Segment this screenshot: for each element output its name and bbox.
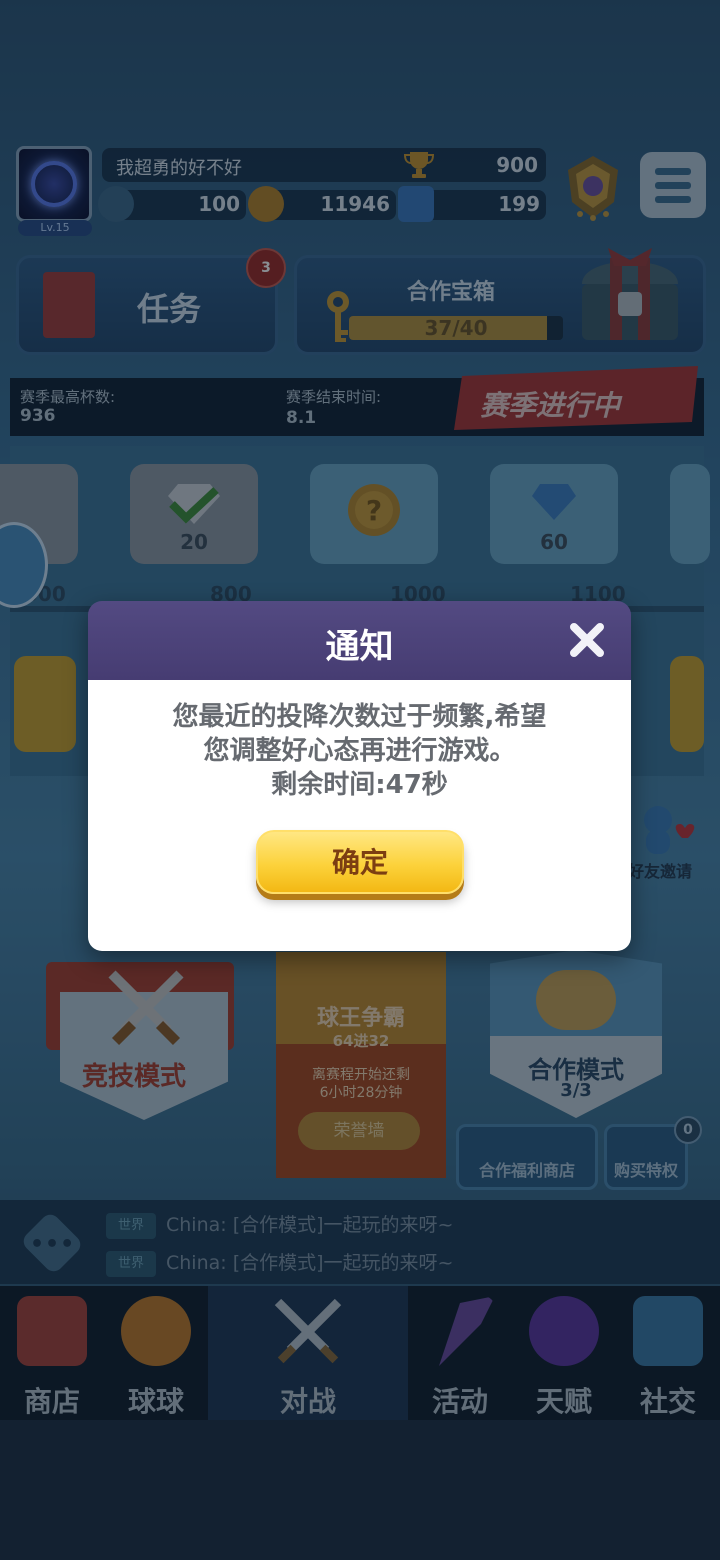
game-lobby: Lv.15 我超勇的好不好 900 100 11946 199 任务 3 合作宝… [0, 0, 720, 1560]
dialog-header: 通知 [88, 601, 631, 680]
dialog-message-line-2: 您调整好心态再进行游戏。 [203, 736, 516, 766]
notice-dialog: 通知 您最近的投降次数过于频繁,希望 您调整好心态再进行游戏。 剩余时间:47秒… [88, 601, 631, 951]
dialog-remaining-time: 剩余时间:47秒 [271, 770, 448, 800]
close-icon[interactable] [566, 619, 608, 661]
dialog-message-line-1: 您最近的投降次数过于频繁,希望 [172, 702, 547, 732]
dialog-title: 通知 [325, 627, 394, 667]
dialog-message: 您最近的投降次数过于频繁,希望 您调整好心态再进行游戏。 剩余时间:47秒 [118, 700, 601, 802]
dialog-body: 您最近的投降次数过于频繁,希望 您调整好心态再进行游戏。 剩余时间:47秒 确定 [88, 680, 631, 951]
confirm-button[interactable]: 确定 [256, 830, 464, 894]
